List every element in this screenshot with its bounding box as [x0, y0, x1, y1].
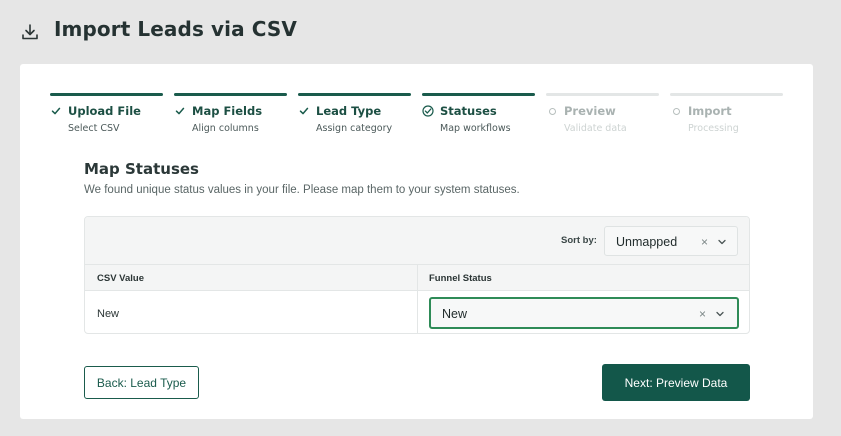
step-progress-bar	[670, 93, 783, 96]
step-subtitle: Assign category	[316, 123, 393, 134]
import-card: Upload File Select CSV Map Fields Align …	[20, 64, 813, 419]
step-progress-bar	[546, 93, 659, 96]
step-title: Upload File	[68, 104, 141, 118]
check-icon	[174, 105, 186, 117]
circle-icon	[546, 105, 558, 117]
sort-label: Sort by:	[561, 235, 597, 246]
step-title: Map Fields	[192, 104, 263, 118]
status-mapping-table: Sort by: Unmapped × CSV Value Funnel Sta…	[84, 216, 750, 334]
clear-icon[interactable]: ×	[701, 236, 708, 248]
step-title: Statuses	[440, 104, 497, 118]
column-header-funnel-status: Funnel Status	[429, 273, 492, 284]
clear-icon[interactable]: ×	[699, 308, 706, 320]
funnel-status-select[interactable]: New ×	[429, 297, 739, 329]
step-upload-file[interactable]: Upload File Select CSV	[50, 93, 163, 138]
step-title: Lead Type	[316, 104, 382, 118]
step-statuses[interactable]: Statuses Map workflows	[422, 93, 535, 138]
back-lead-type-button[interactable]: Back: Lead Type	[84, 366, 199, 399]
step-import[interactable]: Import Processing	[670, 93, 783, 138]
step-lead-type[interactable]: Lead Type Assign category	[298, 93, 411, 138]
step-progress-bar	[298, 93, 411, 96]
step-subtitle: Processing	[688, 123, 739, 134]
section-title: Map Statuses	[84, 160, 199, 178]
sort-select-value: Unmapped	[616, 235, 678, 249]
next-preview-data-button[interactable]: Next: Preview Data	[602, 364, 750, 401]
step-progress-bar	[422, 93, 535, 96]
step-progress-bar	[50, 93, 163, 96]
funnel-status-select-value: New	[442, 307, 468, 321]
sort-select[interactable]: Unmapped ×	[604, 226, 738, 256]
check-circle-icon	[422, 105, 434, 117]
section-description: We found unique status values in your fi…	[84, 184, 520, 196]
table-toolbar: Sort by: Unmapped ×	[85, 217, 749, 265]
circle-icon	[670, 105, 682, 117]
page-header: Import Leads via CSV	[20, 14, 297, 44]
step-subtitle: Select CSV	[68, 123, 120, 134]
step-subtitle: Map workflows	[440, 123, 511, 134]
page-title: Import Leads via CSV	[54, 17, 297, 41]
column-header-csv-value: CSV Value	[97, 273, 144, 284]
step-map-fields[interactable]: Map Fields Align columns	[174, 93, 287, 138]
step-title: Preview	[564, 104, 616, 118]
step-subtitle: Validate data	[564, 123, 627, 134]
download-icon	[22, 24, 38, 40]
step-progress-bar	[174, 93, 287, 96]
step-title: Import	[688, 104, 732, 118]
chevron-down-icon[interactable]	[717, 237, 727, 247]
step-preview[interactable]: Preview Validate data	[546, 93, 659, 138]
chevron-down-icon[interactable]	[715, 309, 725, 319]
column-divider	[417, 265, 418, 333]
step-subtitle: Align columns	[192, 123, 259, 134]
csv-value-cell: New	[97, 308, 120, 320]
check-icon	[50, 105, 62, 117]
check-icon	[298, 105, 310, 117]
